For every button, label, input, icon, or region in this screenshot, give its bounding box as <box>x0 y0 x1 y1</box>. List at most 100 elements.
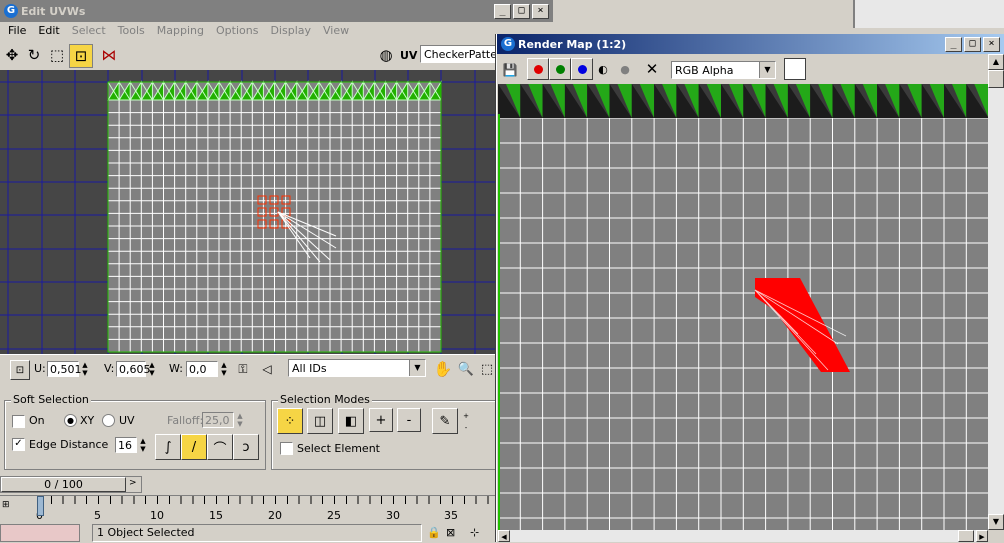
render-map-titlebar: G Render Map (1:2) _ □ × <box>497 34 1004 54</box>
scale-icon[interactable]: ⬚ <box>46 44 68 66</box>
clear-icon[interactable]: ✕ <box>641 58 663 80</box>
menu-display[interactable]: Display <box>264 22 317 40</box>
green-channel-icon <box>555 64 565 74</box>
edge-mode-icon[interactable]: ◫ <box>307 408 333 434</box>
time-slider-text: 0 / 100 <box>44 478 83 491</box>
scroll-up-button[interactable]: ▲ <box>988 54 1004 70</box>
maximize-button[interactable]: □ <box>513 3 530 19</box>
map-dropdown-value: CheckerPattern <box>424 47 499 61</box>
timeline-cursor[interactable] <box>37 496 44 516</box>
snap-icon[interactable]: ⊡ <box>10 360 30 380</box>
green-channel-button[interactable] <box>549 58 571 80</box>
zoom-icon[interactable]: 🔍 <box>455 358 477 380</box>
status-bar: 1 Object Selected 🔒 ⊠ ⊹ <box>0 522 496 542</box>
u-field[interactable]: 0,501 <box>47 361 82 377</box>
red-channel-button[interactable] <box>527 58 549 80</box>
time-slider-rest <box>142 476 496 493</box>
scroll-right-button[interactable]: ▶ <box>976 530 988 542</box>
alpha-channel-icon[interactable]: ◐ <box>592 58 614 80</box>
mirror-icon[interactable]: ⋈ <box>98 44 120 66</box>
paint-select-icon[interactable]: ✎ <box>432 408 458 434</box>
blue-channel-icon <box>577 64 587 74</box>
falloff-linear-icon[interactable]: / <box>181 434 207 460</box>
absolute-mode-icon[interactable]: ⊠ <box>446 526 455 539</box>
menu-file[interactable]: File <box>2 22 32 40</box>
grow-selection-button[interactable]: + <box>369 408 393 432</box>
show-map-icon[interactable]: ◍ <box>375 44 397 66</box>
tick-15: 15 <box>209 509 223 522</box>
scroll-hthumb[interactable] <box>958 530 974 542</box>
blue-channel-button[interactable] <box>571 58 593 80</box>
background-color-swatch[interactable] <box>784 58 806 80</box>
chevron-right-icon[interactable]: > <box>129 478 137 488</box>
scroll-left-button[interactable]: ◀ <box>498 530 510 542</box>
render-hscrollbar[interactable]: ◀ ▶ <box>498 530 988 542</box>
render-map-maximize-button[interactable]: □ <box>964 36 981 52</box>
render-map-close-button[interactable]: × <box>983 36 1000 52</box>
select-element-checkbox[interactable] <box>280 442 293 455</box>
menu-mapping[interactable]: Mapping <box>151 22 210 40</box>
map-dropdown[interactable]: CheckerPattern <box>420 45 500 63</box>
falloff-spinner[interactable]: ▲ ▼ <box>236 412 244 428</box>
face-mode-icon[interactable]: ◧ <box>338 408 364 434</box>
render-map-minimize-button[interactable]: _ <box>945 36 962 52</box>
move-icon[interactable]: ✥ <box>1 44 23 66</box>
menu-options[interactable]: Options <box>210 22 264 40</box>
timeline-ruler[interactable]: ⊞ 0 5 10 15 20 25 30 35 <box>0 495 496 522</box>
channel-dropdown[interactable]: RGB Alpha ▼ <box>671 61 776 79</box>
uv-radio[interactable] <box>102 414 115 427</box>
v-spinner[interactable]: ▲ ▼ <box>148 361 156 377</box>
time-slider-thumb[interactable]: 0 / 100 <box>1 477 126 492</box>
pan-icon[interactable]: ✋ <box>432 358 454 380</box>
menu-edit[interactable]: Edit <box>32 22 65 40</box>
tick-35: 35 <box>444 509 458 522</box>
menu-select[interactable]: Select <box>66 22 112 40</box>
scroll-thumb[interactable] <box>988 70 1004 88</box>
freeform-icon[interactable]: ⊡ <box>69 44 93 68</box>
mono-icon[interactable]: ● <box>614 58 636 80</box>
menu-tools[interactable]: Tools <box>112 22 151 40</box>
select-element-label: Select Element <box>297 442 380 455</box>
falloff-slow-icon[interactable]: ⌒ <box>207 434 233 460</box>
close-button[interactable]: × <box>532 3 549 19</box>
soft-on-checkbox[interactable] <box>12 415 25 428</box>
render-map-canvas <box>498 84 988 530</box>
uv-viewport[interactable] <box>0 70 496 354</box>
falloff-fast-icon[interactable]: ↄ <box>233 434 259 460</box>
xy-radio[interactable]: ● <box>64 414 77 427</box>
paint-size-spinner[interactable]: + - <box>462 410 470 434</box>
tick-5: 5 <box>94 509 101 522</box>
zoom-region-icon[interactable]: ⬚ <box>476 358 498 380</box>
falloff-field[interactable]: 25,0 <box>202 412 234 428</box>
menu-view[interactable]: View <box>317 22 355 40</box>
minimize-button[interactable]: _ <box>494 3 511 19</box>
lock-selection-icon[interactable]: 🔒 <box>427 526 441 539</box>
v-field[interactable]: 0,605 <box>116 361 151 377</box>
chevron-down-icon: ▼ <box>409 360 425 376</box>
transform-icon[interactable]: ⊹ <box>470 526 479 539</box>
u-spinner[interactable]: ▲ ▼ <box>81 361 89 377</box>
edge-distance-field[interactable]: 16 <box>115 437 137 453</box>
edge-distance-checkbox[interactable]: ✓ <box>12 438 25 451</box>
save-icon[interactable]: 💾 <box>499 59 521 81</box>
w-spinner[interactable]: ▲ ▼ <box>220 361 228 377</box>
scroll-down-button[interactable]: ▼ <box>988 514 1004 530</box>
falloff-smooth-icon[interactable]: ∫ <box>155 434 181 460</box>
ids-dropdown[interactable]: All IDs ▼ <box>288 359 426 377</box>
status-text: 1 Object Selected <box>97 526 195 539</box>
time-slider-track[interactable]: 0 / 100 > <box>0 476 142 493</box>
shrink-selection-button[interactable]: - <box>397 408 421 432</box>
render-grid <box>498 114 988 530</box>
menu-bar: File Edit Select Tools Mapping Options D… <box>2 22 355 40</box>
hide-icon[interactable]: ◁ <box>256 358 278 380</box>
w-field[interactable]: 0,0 <box>186 361 218 377</box>
grow-selection-label: + <box>375 412 387 428</box>
edge-distance-spinner[interactable]: ▲ ▼ <box>139 437 147 453</box>
timeline-key-icon[interactable]: ⊞ <box>2 500 10 510</box>
lock-icon[interactable]: ⚿ <box>232 358 254 380</box>
render-vscrollbar[interactable]: ▲ ▼ <box>988 54 1004 530</box>
u-label: U: <box>34 362 46 375</box>
vertex-mode-icon[interactable]: ⁘ <box>277 408 303 434</box>
rotate-icon[interactable]: ↻ <box>23 44 45 66</box>
tick-25: 25 <box>327 509 341 522</box>
